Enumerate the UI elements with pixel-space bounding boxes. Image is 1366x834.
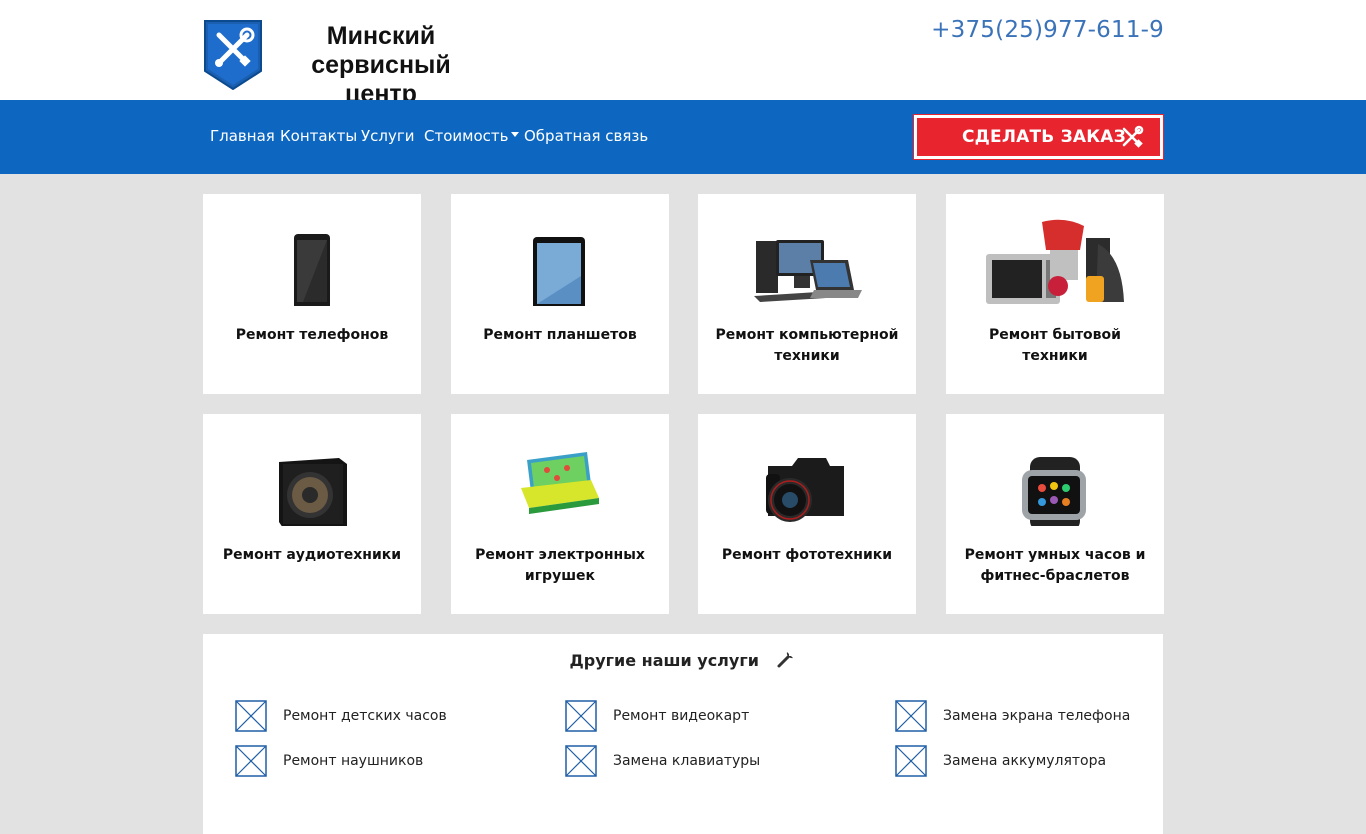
tablet-image [533,237,585,306]
broken-image-icon [895,700,927,732]
card-toys[interactable]: Ремонт электронных игрушек [451,414,669,614]
card-computers[interactable]: Ремонт компьютерной техники [698,194,916,394]
card-title: Ремонт телефонов [235,327,389,343]
phone-number[interactable]: +375(25)977-611-9 [931,17,1164,43]
card-photo[interactable]: Ремонт фототехники [698,414,916,614]
card-tablets[interactable]: Ремонт планшетов [451,194,669,394]
tools-icon [1122,125,1144,148]
computer-image [754,240,862,302]
logo-wrench-screwdriver-icon[interactable] [203,19,263,90]
broken-image-icon [235,700,267,732]
card-phones[interactable]: Ремонт телефонов [203,194,421,394]
card-title: Ремонт компьютерной техники [715,327,899,364]
broken-image-icon [895,745,927,777]
order-button-label: СДЕЛАТЬ ЗАКАЗ [962,127,1126,147]
nav-contacts[interactable]: Контакты [280,127,357,145]
broken-image-icon [565,745,597,777]
service-label: Ремонт видеокарт [613,708,750,724]
broken-image-icon [565,700,597,732]
service-label: Замена экрана телефона [943,708,1131,724]
nav-prices[interactable]: Стоимость [424,127,508,145]
card-title: Ремонт аудиотехники [222,547,402,563]
service-label: Замена аккумулятора [943,753,1107,769]
logo-text[interactable]: Минский сервисный центр [272,22,490,109]
appliances-image [986,219,1124,304]
card-title: Ремонт фототехники [721,547,893,563]
camera-image [766,458,844,522]
other-services-heading: Другие наши услуги [203,649,1163,670]
nav-feedback[interactable]: Обратная связь [511,127,648,145]
service-label: Ремонт наушников [283,753,424,769]
service-label: Ремонт детских часов [283,708,447,724]
logo-line1: Минский [326,22,436,50]
smartwatch-image [1022,457,1086,526]
phone-image [294,234,330,306]
speaker-image [279,458,347,526]
other-services-title: Другие наши услуги [569,651,759,670]
caret-down-icon [511,132,519,137]
card-title: Ремонт бытовой техники [989,327,1121,364]
card-smartwatch[interactable]: Ремонт умных часов и фитнес-браслетов [946,414,1164,614]
service-label: Замена клавиатуры [613,753,761,769]
card-appliances[interactable]: Ремонт бытовой техники [946,194,1164,394]
card-title: Ремонт планшетов [483,327,637,343]
nav-services[interactable]: Услуги [361,127,414,145]
nav-home[interactable]: Главная [210,127,275,145]
other-services-panel: Другие наши услуги Ремонт детских часов … [203,634,1163,834]
card-audio[interactable]: Ремонт аудиотехники [203,414,421,614]
nav-feedback-label: Обратная связь [524,127,649,145]
toy-laptop-image [521,452,599,514]
card-title: Ремонт умных часов и фитнес-браслетов [964,547,1146,584]
order-button[interactable]: СДЕЛАТЬ ЗАКАЗ [914,115,1163,159]
site-header: Минский сервисный центр +375(25)977-611-… [0,0,1366,108]
broken-image-icon [235,745,267,777]
card-title: Ремонт электронных игрушек [475,547,645,584]
wrench-icon [777,652,794,668]
